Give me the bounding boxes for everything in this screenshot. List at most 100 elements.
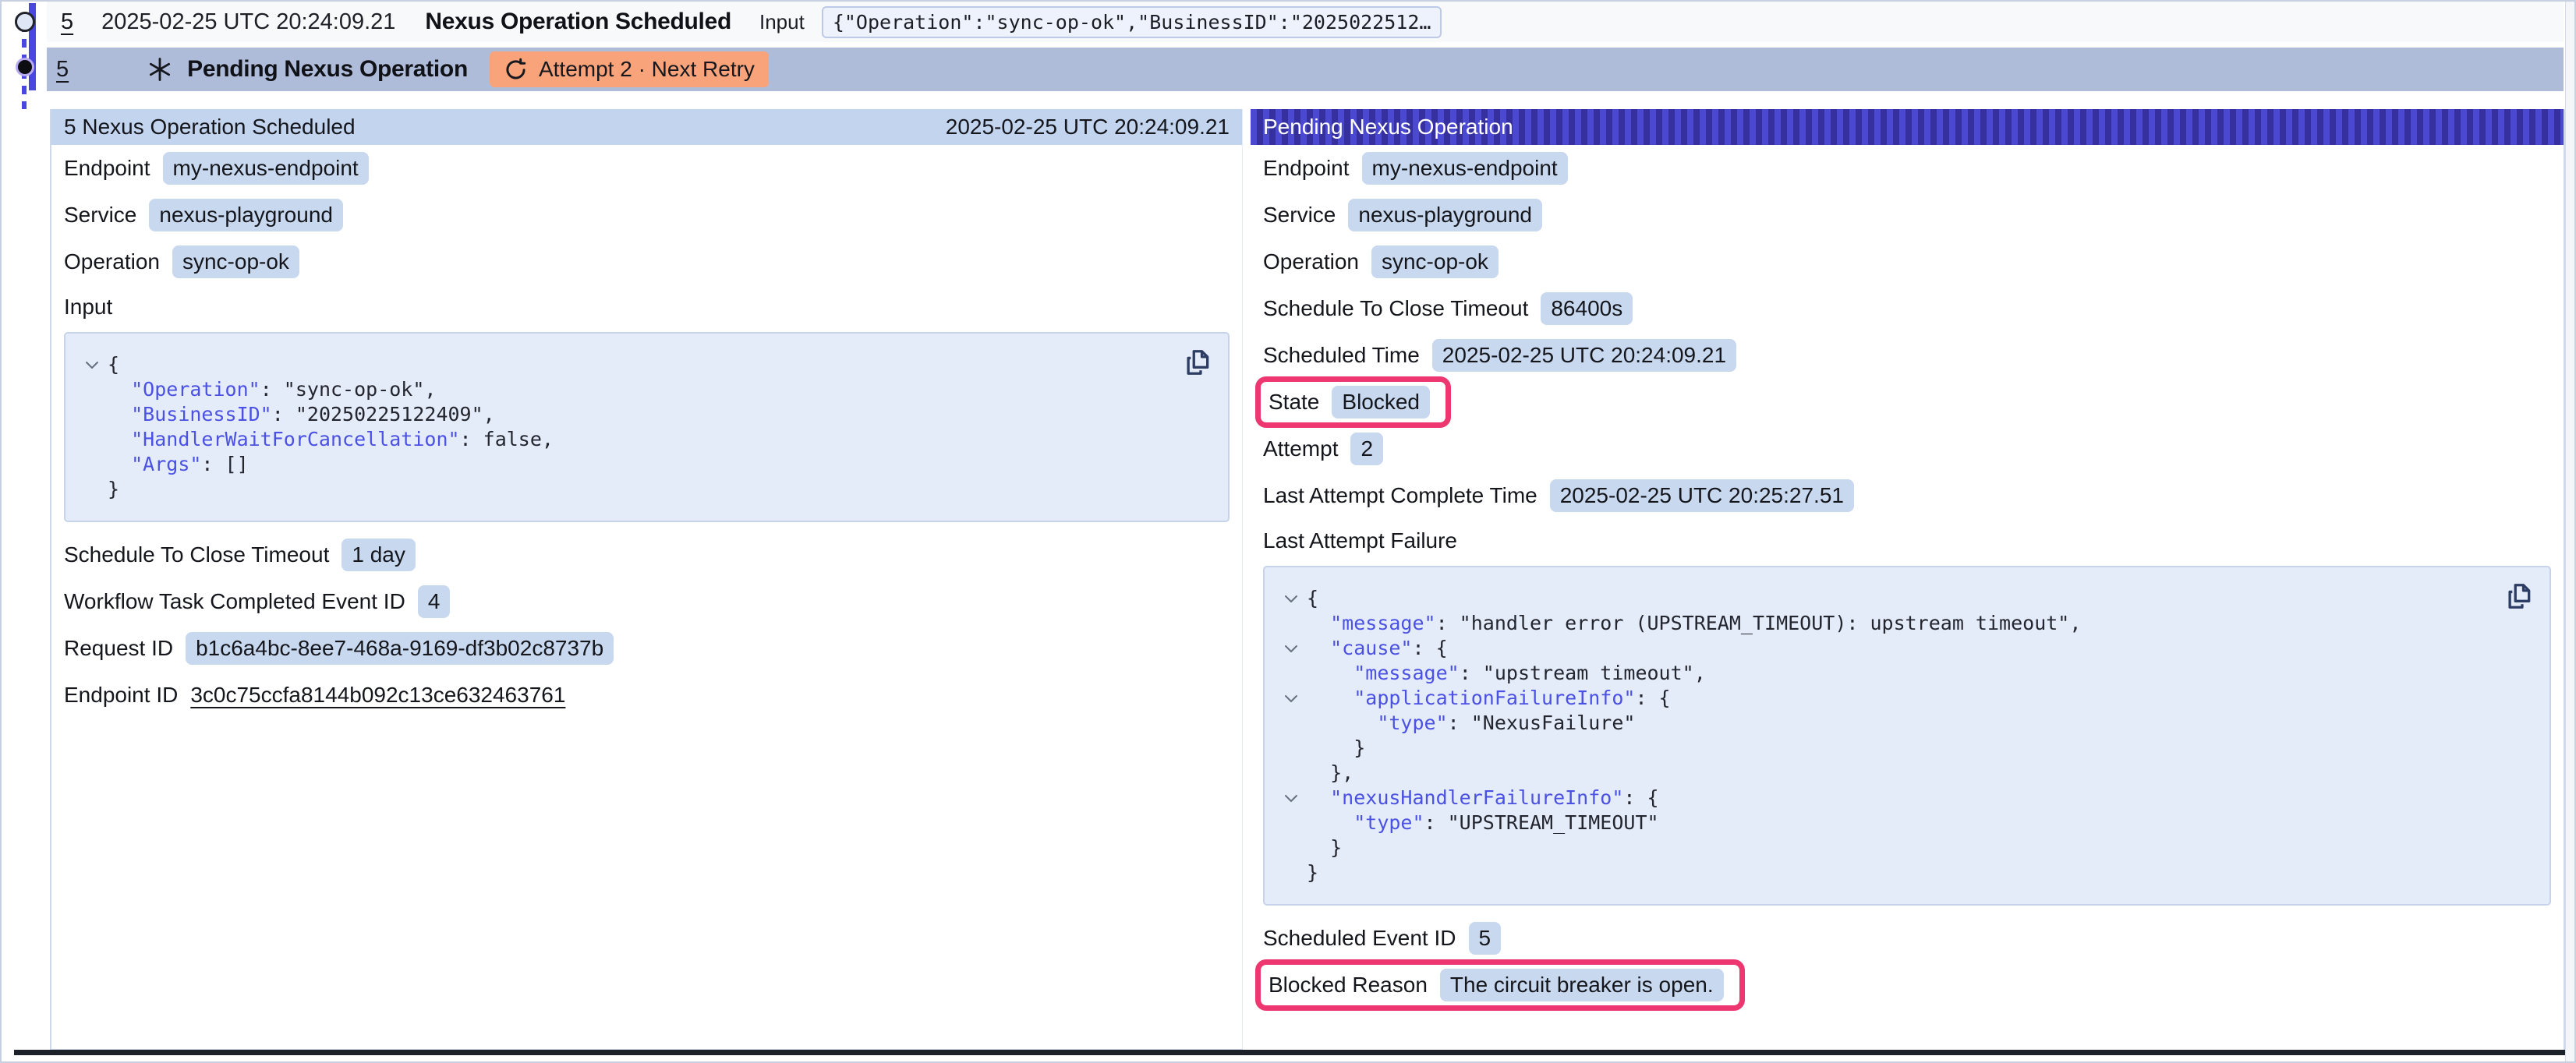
field-label: Schedule To Close Timeout xyxy=(1263,296,1528,321)
detail-field-row: Request ID b1c6a4bc-8ee7-468a-9169-df3b0… xyxy=(51,625,1242,672)
field-value-badge: 2025-02-25 UTC 20:24:09.21 xyxy=(1432,339,1736,372)
field-wrap: Endpoint my-nexus-endpoint xyxy=(1263,152,1568,185)
code-line-text: { xyxy=(108,352,119,377)
field-label: Endpoint xyxy=(1263,156,1350,181)
field-value-badge: 1 day xyxy=(341,539,416,571)
field-wrap: State Blocked xyxy=(1255,376,1451,428)
code-gutter xyxy=(76,427,108,452)
code-line-text: "cause": { xyxy=(1307,636,1448,661)
collapse-chevron-icon[interactable] xyxy=(1276,586,1307,611)
failure-json: { "message": "handler error (UPSTREAM_TI… xyxy=(1276,586,2531,885)
code-line-text: "Operation": "sync-op-ok", xyxy=(108,377,436,402)
failure-code-block: { "message": "handler error (UPSTREAM_TI… xyxy=(1263,566,2551,906)
field-value-badge: my-nexus-endpoint xyxy=(163,152,369,185)
field-wrap: Last Attempt Complete Time 2025-02-25 UT… xyxy=(1263,479,1854,512)
event-title: Nexus Operation Scheduled xyxy=(425,9,731,35)
field-label: State xyxy=(1269,390,1319,415)
copy-button[interactable] xyxy=(2503,580,2535,613)
field-value-badge: 86400s xyxy=(1541,292,1633,325)
code-line-text: "message": "upstream timeout", xyxy=(1307,661,1706,686)
detail-field-row: Workflow Task Completed Event ID 4 xyxy=(51,578,1242,625)
collapse-chevron-icon[interactable] xyxy=(1276,786,1307,810)
code-gutter xyxy=(76,477,108,502)
field-value-badge: b1c6a4bc-8ee7-468a-9169-df3b02c8737b xyxy=(186,632,614,665)
field-value-badge: Blocked xyxy=(1332,386,1430,418)
field-value-badge: nexus-playground xyxy=(1348,199,1542,231)
workflow-history-view: 5 2025-02-25 UTC 20:24:09.21 Nexus Opera… xyxy=(0,0,2576,1063)
copy-button[interactable] xyxy=(1181,346,1214,379)
pending-panel-title: Pending Nexus Operation xyxy=(1263,115,1513,139)
code-gutter xyxy=(1276,661,1307,686)
event-row-pending[interactable]: 5 Pending Nexus Operation Attempt 2 · Ne… xyxy=(47,48,2564,91)
field-value-badge: nexus-playground xyxy=(149,199,343,231)
event-id-link[interactable]: 5 xyxy=(61,9,73,35)
field-value-link[interactable]: 3c0c75ccfa8144b092c13ce632463761 xyxy=(190,683,565,708)
code-gutter xyxy=(1276,736,1307,761)
code-line-text: }, xyxy=(1307,761,1353,786)
field-wrap: Endpoint my-nexus-endpoint xyxy=(64,152,369,185)
field-wrap: Operation sync-op-ok xyxy=(1263,245,1499,278)
event-timestamp: 2025-02-25 UTC 20:24:09.21 xyxy=(101,9,395,35)
code-gutter xyxy=(1276,810,1307,835)
detail-field-row: Blocked Reason The circuit breaker is op… xyxy=(1251,962,2564,1008)
scrollbar-gutter[interactable] xyxy=(2565,2,2574,1061)
field-label: Scheduled Time xyxy=(1263,343,1420,368)
code-gutter xyxy=(1276,711,1307,736)
collapse-chevron-icon[interactable] xyxy=(76,352,108,377)
input-label: Input xyxy=(759,10,805,34)
input-preview-badge[interactable]: {"Operation":"sync-op-ok","BusinessID":"… xyxy=(822,6,1442,38)
field-wrap: Scheduled Time 2025-02-25 UTC 20:24:09.2… xyxy=(1263,339,1736,372)
scheduled-panel-title: 5 Nexus Operation Scheduled xyxy=(64,115,356,139)
detail-field-row: Scheduled Time 2025-02-25 UTC 20:24:09.2… xyxy=(1251,332,2564,379)
code-line-text: } xyxy=(108,477,119,502)
retry-icon xyxy=(504,58,528,82)
timeline-selected-dot-icon[interactable] xyxy=(16,58,34,76)
pending-operation-panel: Pending Nexus Operation Endpoint my-nexu… xyxy=(1251,109,2565,1050)
field-wrap: Schedule To Close Timeout 86400s xyxy=(1263,292,1633,325)
scheduled-panel-time: 2025-02-25 UTC 20:24:09.21 xyxy=(946,115,1230,139)
field-value-badge: 4 xyxy=(418,585,451,618)
field-value-badge: my-nexus-endpoint xyxy=(1362,152,1568,185)
collapse-chevron-icon[interactable] xyxy=(1276,686,1307,711)
field-label: Request ID xyxy=(64,636,173,661)
retry-status-badge: Attempt 2 · Next Retry xyxy=(490,51,769,87)
code-line-text: "type": "UPSTREAM_TIMEOUT" xyxy=(1307,810,1659,835)
field-wrap: Attempt 2 xyxy=(1263,433,1383,465)
code-gutter xyxy=(1276,761,1307,786)
scheduled-fields-bottom: Schedule To Close Timeout 1 day Workflow… xyxy=(51,532,1242,719)
code-line-text: { xyxy=(1307,586,1318,611)
timeline-open-circle-icon[interactable] xyxy=(15,12,35,32)
event-id-link[interactable]: 5 xyxy=(56,57,69,83)
detail-field-row: Endpoint my-nexus-endpoint xyxy=(1251,145,2564,192)
field-label: Attempt xyxy=(1263,436,1338,461)
pending-panel-header: Pending Nexus Operation xyxy=(1251,109,2564,145)
code-gutter xyxy=(76,377,108,402)
code-gutter xyxy=(1276,835,1307,860)
field-label: Schedule To Close Timeout xyxy=(64,542,329,567)
pending-asterisk-icon xyxy=(147,56,173,83)
code-line-text: } xyxy=(1307,835,1342,860)
field-label: Last Attempt Complete Time xyxy=(1263,483,1537,508)
input-section-label: Input xyxy=(51,285,1242,329)
code-line-text: "BusinessID": "20250225122409", xyxy=(108,402,495,427)
field-label: Scheduled Event ID xyxy=(1263,926,1456,951)
field-wrap: Service nexus-playground xyxy=(1263,199,1542,231)
detail-field-row: Endpoint my-nexus-endpoint xyxy=(51,145,1242,192)
detail-field-row: Scheduled Event ID 5 xyxy=(1251,915,2564,962)
detail-field-row: Service nexus-playground xyxy=(51,192,1242,238)
field-label: Endpoint ID xyxy=(64,683,178,708)
code-line-text: "Args": [] xyxy=(108,452,249,477)
scheduled-fields-top: Endpoint my-nexus-endpoint Service nexus… xyxy=(51,145,1242,285)
pending-fields-bottom: Scheduled Event ID 5 Blocked Reason The … xyxy=(1251,915,2564,1008)
code-gutter xyxy=(1276,860,1307,885)
detail-field-row: Operation sync-op-ok xyxy=(1251,238,2564,285)
detail-field-row: State Blocked xyxy=(1251,379,2564,426)
field-label: Operation xyxy=(1263,249,1359,274)
collapse-chevron-icon[interactable] xyxy=(1276,636,1307,661)
code-line-text: } xyxy=(1307,736,1365,761)
retry-badge-label: Attempt 2 · Next Retry xyxy=(539,57,755,82)
detail-field-row: Schedule To Close Timeout 1 day xyxy=(51,532,1242,578)
field-value-badge: sync-op-ok xyxy=(172,245,299,278)
detail-field-row: Service nexus-playground xyxy=(1251,192,2564,238)
event-row-scheduled[interactable]: 5 2025-02-25 UTC 20:24:09.21 Nexus Opera… xyxy=(47,2,2564,42)
